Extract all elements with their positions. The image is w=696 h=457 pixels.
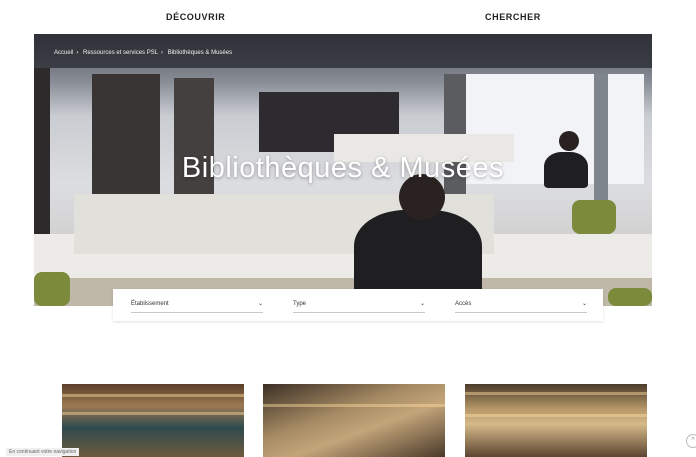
filter-underline xyxy=(455,312,587,313)
library-card-image[interactable] xyxy=(263,384,445,457)
chair xyxy=(572,200,616,234)
filter-establishment-select[interactable]: Établissement ⌄ xyxy=(117,289,275,321)
breadcrumb-separator: › xyxy=(76,50,79,56)
filter-access-select[interactable]: Accès ⌄ xyxy=(441,289,599,321)
chair xyxy=(608,288,652,306)
nav-search-link[interactable]: CHERCHER xyxy=(485,12,541,22)
cookie-notice-text: En continuant votre navigation xyxy=(6,448,80,456)
reader-head xyxy=(559,131,579,151)
filter-underline xyxy=(293,312,425,313)
breadcrumb: Accueil › Ressources et services PSL › Bib… xyxy=(54,50,235,56)
filter-type-select[interactable]: Type ⌄ xyxy=(279,289,437,321)
chevron-down-icon: ⌄ xyxy=(257,301,263,307)
filter-bar: Établissement ⌄ Type ⌄ Accès ⌄ xyxy=(113,289,603,321)
breadcrumb-resources[interactable]: Ressources et services PSL xyxy=(83,50,158,56)
image-detail xyxy=(465,414,647,417)
library-card-image[interactable] xyxy=(62,384,244,457)
filter-underline xyxy=(131,312,263,313)
filter-label: Type xyxy=(293,301,307,307)
library-card-image[interactable] xyxy=(465,384,647,457)
chair xyxy=(34,272,70,306)
image-detail xyxy=(263,404,445,407)
hero-banner: Accueil › Ressources et services PSL › Bib… xyxy=(34,34,652,306)
filter-label: Accès xyxy=(455,301,472,307)
breadcrumb-current: Bibliothèques & Musées xyxy=(167,50,233,56)
page-title: Bibliothèques & Musées xyxy=(181,152,505,184)
top-navigation: DÉCOUVRIR CHERCHER xyxy=(0,0,696,34)
chevron-down-icon: ⌄ xyxy=(419,301,425,307)
filter-label: Établissement xyxy=(131,301,169,307)
chevron-down-icon: ⌄ xyxy=(581,301,587,307)
scroll-up-icon[interactable]: ^ xyxy=(686,434,696,448)
image-detail xyxy=(465,392,647,395)
image-detail xyxy=(62,394,244,397)
breadcrumb-separator: › xyxy=(161,50,164,56)
nav-discover-link[interactable]: DÉCOUVRIR xyxy=(166,12,225,22)
reader-person xyxy=(354,210,482,300)
breadcrumb-home[interactable]: Accueil xyxy=(54,50,73,56)
image-detail xyxy=(62,412,244,415)
